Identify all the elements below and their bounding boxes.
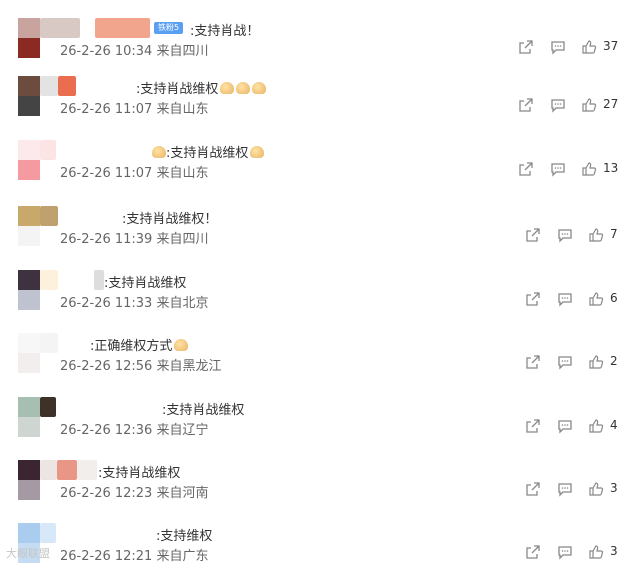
comment-text: :支持肖战！ <box>190 24 260 39</box>
username-blurred[interactable] <box>40 523 627 543</box>
thumbs-up-icon[interactable] <box>588 544 604 560</box>
username-blurred[interactable] <box>40 76 627 96</box>
emoji <box>152 146 166 158</box>
comment-item: :支持肖战维权！ 26-2-26 11:39 来自四川 7 <box>0 206 627 268</box>
like-count: 37 <box>603 39 619 53</box>
share-icon[interactable] <box>525 354 541 370</box>
thumbs-up-emoji <box>252 82 267 94</box>
thumbs-up-emoji <box>174 339 189 351</box>
comment-icon[interactable] <box>557 227 573 243</box>
comment-meta: 26-2-26 12:21 来自广东 <box>60 549 209 564</box>
thumbs-up-emoji <box>220 82 235 94</box>
thumbs-up-icon[interactable] <box>588 227 604 243</box>
comment-meta: 26-2-26 11:33 来自北京 <box>60 296 209 311</box>
comment-meta: 26-2-26 11:39 来自四川 <box>60 232 209 247</box>
share-icon[interactable] <box>525 481 541 497</box>
emoji <box>250 146 265 158</box>
username-blurred[interactable] <box>40 140 627 160</box>
fan-badge: 铁粉5 <box>154 22 184 34</box>
comment-meta: 26-2-26 11:07 来自山东 <box>60 102 209 117</box>
like-count: 2 <box>610 354 618 368</box>
comment-item: :正确维权方式 26-2-26 12:56 来自黑龙江 2 <box>0 333 627 395</box>
like-count: 4 <box>610 418 618 432</box>
comment-item: :支持维权 26-2-26 12:21 来自广东 3 <box>0 523 627 585</box>
like-count: 13 <box>603 161 619 175</box>
comment-icon[interactable] <box>557 481 573 497</box>
comment-item: 铁粉5 :支持肖战！ 26-2-26 10:34 来自四川 37 <box>0 18 627 80</box>
avatar[interactable] <box>18 270 40 310</box>
comment-text: :支持维权 <box>156 529 213 544</box>
avatar[interactable] <box>18 460 40 500</box>
comment-text: :支持肖战维权 <box>150 142 265 161</box>
thumbs-up-icon[interactable] <box>588 354 604 370</box>
share-icon[interactable] <box>518 97 534 113</box>
share-icon[interactable] <box>518 39 534 55</box>
comment-icon[interactable] <box>550 39 566 55</box>
comment-text: :支持肖战维权 <box>98 466 181 481</box>
comment-meta: 26-2-26 12:56 来自黑龙江 <box>60 359 222 374</box>
avatar[interactable] <box>18 333 40 373</box>
share-icon[interactable] <box>525 227 541 243</box>
comment-meta: 26-2-26 12:36 来自辽宁 <box>60 423 209 438</box>
thumbs-up-icon[interactable] <box>588 291 604 307</box>
avatar[interactable] <box>18 18 40 58</box>
comment-meta: 26-2-26 11:07 来自山东 <box>60 166 209 181</box>
comment-item: :支持肖战维权 26-2-26 11:07 来自山东 27 <box>0 76 627 138</box>
comment-item: :支持肖战维权 26-2-26 12:36 来自辽宁 4 <box>0 397 627 459</box>
comment-icon[interactable] <box>550 161 566 177</box>
thumbs-up-icon[interactable] <box>581 97 597 113</box>
comment-meta: 26-2-26 10:34 来自四川 <box>60 44 209 59</box>
comment-item: :支持肖战维权 26-2-26 11:07 来自山东 13 <box>0 140 627 202</box>
comment-icon[interactable] <box>557 291 573 307</box>
share-icon[interactable] <box>525 544 541 560</box>
comment-text: :支持肖战维权！ <box>122 212 218 227</box>
thumbs-up-emoji <box>236 82 251 94</box>
comment-item: :支持肖战维权 26-2-26 11:33 来自北京 6 <box>0 270 627 332</box>
username-blurred[interactable] <box>40 397 627 417</box>
comment-text: :支持肖战维权 <box>162 403 245 418</box>
share-icon[interactable] <box>518 161 534 177</box>
thumbs-up-icon[interactable] <box>581 161 597 177</box>
share-icon[interactable] <box>525 418 541 434</box>
comment-icon[interactable] <box>557 418 573 434</box>
username-blurred[interactable] <box>40 18 627 38</box>
avatar[interactable] <box>18 397 40 437</box>
comment-text: :支持肖战维权 <box>136 78 267 97</box>
comment-item: :支持肖战维权 26-2-26 12:23 来自河南 3 <box>0 460 627 522</box>
avatar[interactable] <box>18 76 40 116</box>
thumbs-up-icon[interactable] <box>588 418 604 434</box>
thumbs-up-icon[interactable] <box>588 481 604 497</box>
like-count: 3 <box>610 544 618 558</box>
comment-icon[interactable] <box>557 354 573 370</box>
like-count: 27 <box>603 97 619 111</box>
comment-meta: 26-2-26 12:23 来自河南 <box>60 486 209 501</box>
watermark: 大眼联盟 <box>6 547 50 560</box>
like-count: 3 <box>610 481 618 495</box>
comment-text: :正确维权方式 <box>90 335 189 354</box>
thumbs-up-icon[interactable] <box>581 39 597 55</box>
like-count: 6 <box>610 291 618 305</box>
comment-icon[interactable] <box>557 544 573 560</box>
comment-text: :支持肖战维权 <box>104 276 187 291</box>
comment-icon[interactable] <box>550 97 566 113</box>
avatar[interactable] <box>18 140 40 180</box>
avatar[interactable] <box>18 206 40 246</box>
share-icon[interactable] <box>525 291 541 307</box>
like-count: 7 <box>610 227 618 241</box>
